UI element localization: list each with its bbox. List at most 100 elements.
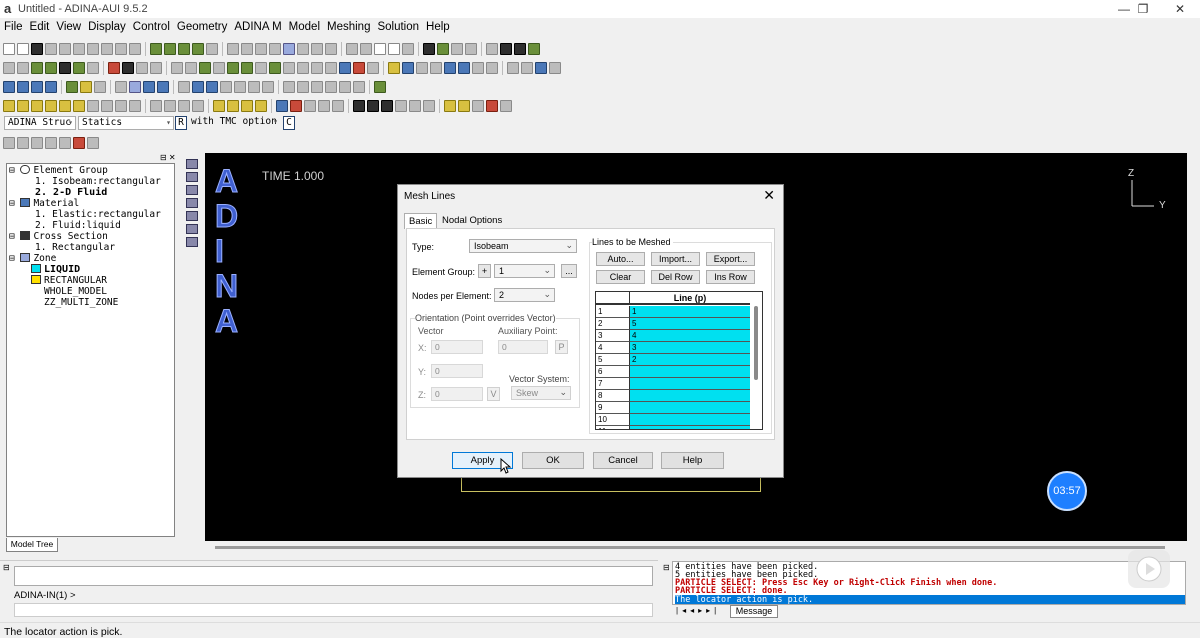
tool-icon[interactable] — [186, 172, 198, 182]
tool-icon[interactable] — [115, 43, 127, 55]
tree-node-rectangular[interactable]: RECTANGULAR — [31, 275, 107, 286]
tool-icon[interactable] — [276, 100, 288, 112]
tool-icon[interactable] — [241, 62, 253, 74]
tool-icon[interactable] — [248, 81, 260, 93]
tool-icon[interactable] — [157, 81, 169, 93]
tool-icon[interactable] — [143, 81, 155, 93]
tool-icon[interactable] — [206, 43, 218, 55]
option-settings-icon[interactable]: C — [283, 116, 295, 130]
tool-icon[interactable] — [521, 62, 533, 74]
tool-icon[interactable] — [535, 62, 547, 74]
tool-icon[interactable] — [3, 100, 15, 112]
tool-icon[interactable] — [45, 137, 57, 149]
forward-icon[interactable] — [409, 100, 421, 112]
tool-icon[interactable] — [416, 62, 428, 74]
nodes-per-element-select[interactable]: 2 ⌄ — [494, 288, 555, 302]
tool-icon[interactable] — [150, 43, 162, 55]
tool-icon[interactable] — [297, 62, 309, 74]
tool-icon[interactable] — [31, 137, 43, 149]
grid-cell[interactable] — [630, 426, 750, 429]
command-line[interactable] — [14, 603, 653, 617]
tool-icon[interactable] — [115, 81, 127, 93]
grid-cell[interactable] — [630, 378, 750, 390]
tool-icon[interactable] — [514, 43, 526, 55]
tool-icon[interactable] — [185, 62, 197, 74]
tool-icon[interactable] — [339, 62, 351, 74]
tool-icon[interactable] — [234, 81, 246, 93]
tool-icon[interactable] — [129, 100, 141, 112]
grid-row-number[interactable]: 3 — [596, 330, 630, 342]
rewind-icon[interactable] — [367, 100, 379, 112]
tool-icon[interactable] — [444, 100, 456, 112]
grid-column-header[interactable]: Line (p) — [630, 292, 750, 305]
auto-button[interactable]: Auto... — [596, 252, 645, 266]
menu-geometry[interactable]: Geometry — [173, 19, 231, 33]
tool-icon[interactable] — [486, 62, 498, 74]
tool-icon[interactable] — [402, 62, 414, 74]
tool-icon[interactable] — [311, 43, 323, 55]
tool-icon[interactable] — [73, 100, 85, 112]
grid-row-number[interactable]: 6 — [596, 366, 630, 378]
tool-icon[interactable] — [374, 43, 386, 55]
tool-icon[interactable] — [31, 62, 43, 74]
tool-icon[interactable] — [297, 81, 309, 93]
tool-icon[interactable] — [227, 43, 239, 55]
tool-icon[interactable] — [31, 81, 43, 93]
import-button[interactable]: Import... — [651, 252, 700, 266]
menu-adina-m[interactable]: ADINA M — [230, 19, 284, 33]
tool-icon[interactable] — [269, 62, 281, 74]
tool-icon[interactable] — [458, 62, 470, 74]
menu-help[interactable]: Help — [422, 19, 453, 33]
menu-edit[interactable]: Edit — [26, 19, 53, 33]
dialog-close-button[interactable]: ✕ — [763, 187, 775, 204]
tool-icon[interactable] — [80, 81, 92, 93]
tool-icon[interactable] — [472, 100, 484, 112]
grid-cell[interactable] — [630, 402, 750, 414]
tool-icon[interactable] — [388, 62, 400, 74]
tool-icon[interactable] — [528, 43, 540, 55]
tool-icon[interactable] — [73, 43, 85, 55]
tool-icon[interactable] — [472, 62, 484, 74]
tool-icon[interactable] — [136, 62, 148, 74]
viewport-horizontal-scrollbar[interactable] — [205, 541, 1187, 553]
tool-icon[interactable] — [171, 62, 183, 74]
tool-icon[interactable] — [507, 62, 519, 74]
tool-icon[interactable] — [186, 198, 198, 208]
menu-display[interactable]: Display — [84, 19, 129, 33]
clear-button[interactable]: Clear — [596, 270, 645, 284]
tool-icon[interactable] — [59, 100, 71, 112]
zoom-out-icon[interactable] — [360, 43, 372, 55]
grid-scrollbar-thumb[interactable] — [754, 306, 758, 380]
grid-row-number[interactable]: 5 — [596, 354, 630, 366]
cancel-button[interactable]: Cancel — [593, 452, 653, 469]
tool-icon[interactable] — [437, 43, 449, 55]
vector-y-input[interactable]: 0 — [431, 364, 483, 378]
minimize-button[interactable]: — — [1114, 2, 1134, 16]
tool-icon[interactable] — [199, 62, 211, 74]
next-frame-icon[interactable] — [395, 100, 407, 112]
element-group-browse-button[interactable]: ... — [561, 264, 577, 278]
tool-icon[interactable] — [186, 237, 198, 247]
prev-frame-icon[interactable] — [381, 100, 393, 112]
tab-model-tree[interactable]: Model Tree — [6, 538, 58, 552]
grid-cell[interactable]: 3 — [630, 342, 750, 354]
insert-row-button[interactable]: Ins Row — [706, 270, 755, 284]
tree-node-cross-section[interactable]: ⊟ Cross Section — [9, 231, 108, 242]
tool-icon[interactable] — [262, 81, 274, 93]
help-button[interactable]: Help — [661, 452, 724, 469]
tree-node[interactable]: 1. Elastic:rectangular — [35, 209, 161, 220]
tool-icon[interactable] — [213, 100, 225, 112]
close-window-button[interactable]: ✕ — [1170, 2, 1190, 16]
tool-icon[interactable] — [87, 62, 99, 74]
tool-icon[interactable] — [3, 62, 15, 74]
grid-cell[interactable]: 5 — [630, 318, 750, 330]
tool-icon[interactable] — [122, 62, 134, 74]
tree-node[interactable]: WHOLE_MODEL — [44, 286, 107, 297]
tree-node[interactable]: 1. Rectangular — [35, 242, 115, 253]
grid-row-number[interactable]: 10 — [596, 414, 630, 426]
grid-row-number[interactable]: 2 — [596, 318, 630, 330]
tool-icon[interactable] — [129, 81, 141, 93]
tool-icon[interactable] — [283, 81, 295, 93]
tool-icon[interactable] — [486, 100, 498, 112]
tool-icon[interactable] — [374, 81, 386, 93]
